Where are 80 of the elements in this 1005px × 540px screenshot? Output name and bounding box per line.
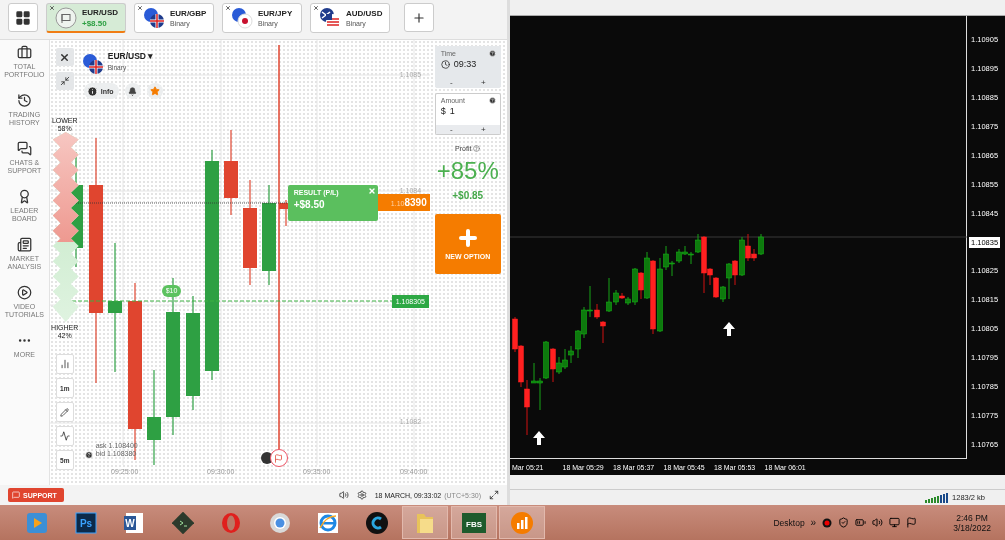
taskbar-app[interactable]: FBS: [450, 506, 497, 539]
profit-percent: +85%: [435, 157, 500, 185]
time-value: 09:33: [453, 59, 477, 69]
taskbar-app[interactable]: W: [111, 506, 157, 539]
currency-sign: $: [440, 106, 446, 116]
decrease-button[interactable]: -: [443, 78, 459, 87]
currency-pair-flags-icon: [143, 7, 165, 29]
close-button[interactable]: [55, 48, 74, 66]
flag-icon[interactable]: [906, 517, 918, 528]
indicator-button[interactable]: [55, 426, 74, 446]
close-icon: [367, 187, 376, 195]
up-arrow-icon: [532, 430, 546, 446]
increase-button[interactable]: +: [474, 125, 492, 134]
taskbar-app[interactable]: Ps: [62, 506, 109, 539]
shield-icon[interactable]: [838, 517, 850, 528]
plus-icon: [412, 10, 426, 25]
fbs-icon: FBS: [460, 511, 487, 534]
desktop-toolbar-label[interactable]: Desktop: [773, 517, 805, 528]
close-icon[interactable]: [49, 5, 55, 11]
browser-icon: [317, 511, 339, 534]
volume-icon[interactable]: [872, 517, 884, 528]
briefcase-icon: [16, 45, 32, 60]
tab-symbol: EUR/JPY: [258, 9, 293, 18]
tab-subtitle: +$8.50: [82, 18, 108, 28]
clock-date: 3/18/2022: [953, 522, 991, 533]
alert-button[interactable]: [124, 83, 141, 99]
photoshop-icon: Ps: [74, 511, 97, 534]
chrome-icon: [268, 511, 291, 534]
word-icon: W: [123, 511, 145, 534]
currency-pair-flags-icon: [319, 7, 341, 29]
record-icon: [822, 517, 833, 528]
media-player-icon: [26, 511, 48, 534]
up-arrow-icon: [722, 321, 736, 337]
currency-pair-flags-icon: [81, 53, 104, 75]
signal-bars-icon: [925, 492, 950, 503]
settings-icon[interactable]: [356, 490, 367, 500]
chat-icon: [16, 141, 32, 156]
history-icon: [16, 93, 32, 108]
clock-marker-icon: [260, 452, 273, 464]
draw-button[interactable]: [55, 402, 74, 422]
tab-symbol: EUR/GBP: [170, 9, 207, 18]
add-tab-button[interactable]: [404, 3, 434, 32]
toolbar-expand-button[interactable]: »: [810, 517, 817, 528]
volume-icon[interactable]: [338, 490, 349, 500]
flag-icon: [55, 6, 77, 29]
bar-chart-app-icon: [510, 510, 534, 535]
close-icon[interactable]: [225, 5, 231, 11]
pencil-icon: [60, 407, 70, 417]
grid-menu-button[interactable]: [8, 3, 38, 32]
asset-tab[interactable]: EUR/USD +$8.50: [46, 3, 126, 33]
wave-icon: [59, 431, 70, 441]
fullscreen-icon[interactable]: [489, 490, 499, 500]
clock-icon: [440, 59, 450, 69]
bell-icon: [128, 86, 138, 96]
amount-value: 1: [449, 106, 455, 116]
close-icon[interactable]: [137, 5, 143, 11]
asset-selector[interactable]: EUR/USD ▾: [107, 51, 154, 61]
cleaner-icon: [364, 510, 389, 535]
profit-value: +$0.85: [451, 190, 485, 201]
close-icon: [59, 51, 71, 63]
currency-pair-flags-icon: [231, 7, 253, 29]
opera-icon: [220, 511, 242, 534]
flag-icon: [274, 453, 284, 463]
clock-time: 2:46 PM: [956, 512, 988, 523]
result-value: +$8.50: [293, 199, 326, 210]
grid-icon: [15, 9, 31, 26]
play-icon: [16, 285, 32, 300]
decrease-button[interactable]: -: [443, 125, 459, 134]
tab-symbol: EUR/USD: [82, 7, 118, 17]
increase-button[interactable]: +: [474, 78, 492, 87]
bar-chart-icon: [59, 359, 70, 369]
monitor-icon[interactable]: [889, 517, 901, 528]
battery-icon[interactable]: [855, 517, 867, 528]
chat-icon: [12, 491, 20, 499]
collapse-icon: [59, 76, 70, 86]
close-icon[interactable]: [313, 5, 319, 11]
newspaper-icon: [16, 237, 32, 252]
collapse-button[interactable]: [55, 72, 74, 90]
tab-symbol: AUD/USD: [346, 9, 383, 18]
info-icon: [86, 85, 98, 97]
